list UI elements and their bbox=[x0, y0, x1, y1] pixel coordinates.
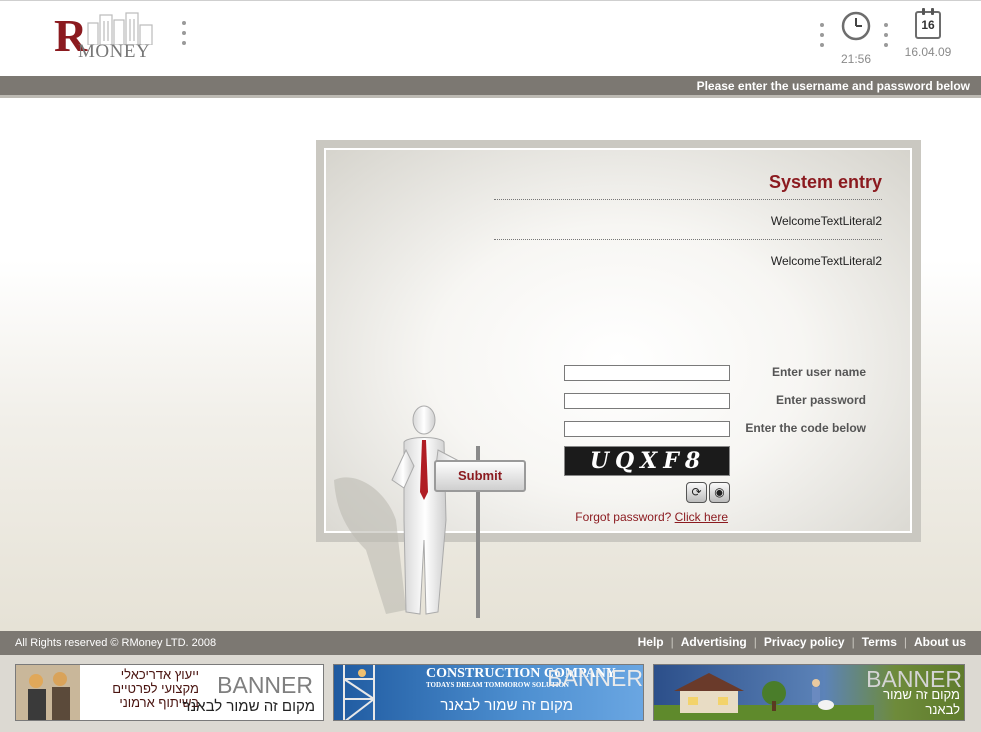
banner-word: BANNER bbox=[217, 672, 313, 698]
banner-strip: ייעוץ אדריכאלי מקצועי לפרטיים בשיתוף ארמ… bbox=[0, 655, 981, 732]
footer-links: Help | Advertising | Privacy policy | Terms | Ab… bbox=[638, 635, 966, 649]
logo-wordmark: MONEY bbox=[78, 41, 151, 62]
instruction-text: Please enter the username and password b… bbox=[696, 79, 970, 93]
code-label: Enter the code below bbox=[745, 421, 866, 435]
calendar-icon: 16 bbox=[915, 8, 941, 39]
banner-architecture-line: ייעוץ אדריכאלי bbox=[120, 667, 199, 682]
footer-separator: | bbox=[753, 635, 757, 649]
forgot-password-text: Forgot password? bbox=[575, 510, 672, 524]
footer-link-advertising[interactable]: Advertising bbox=[681, 635, 747, 649]
welcome-text: WelcomeTextLiteral2 bbox=[770, 254, 882, 268]
rmoney-logo[interactable]: R MONEY bbox=[54, 9, 158, 65]
password-label: Enter password bbox=[775, 393, 866, 407]
captcha-refresh-icon[interactable]: ⟳ bbox=[686, 482, 707, 503]
header-divider-dots bbox=[820, 23, 824, 53]
footer-separator: | bbox=[903, 635, 907, 649]
forgot-password: Forgot password? Click here bbox=[575, 510, 728, 524]
captcha-audio-icon[interactable]: ◉ bbox=[709, 482, 730, 503]
banner-placeholder-text: לבאנר bbox=[925, 702, 960, 717]
submit-button[interactable]: Submit bbox=[434, 460, 526, 492]
password-input[interactable] bbox=[564, 393, 730, 409]
footer-separator: | bbox=[851, 635, 855, 649]
man-holding-sign-illustration bbox=[334, 405, 480, 618]
header-divider-dots bbox=[884, 23, 888, 53]
current-time: 21:56 bbox=[840, 52, 872, 66]
footer-separator: | bbox=[670, 635, 674, 649]
calendar-widget: 16 16.04.09 bbox=[900, 8, 956, 59]
captcha-image: UQXF8 bbox=[564, 446, 730, 476]
footer-link-privacy-policy[interactable]: Privacy policy bbox=[764, 635, 845, 649]
banner-placeholder-text: מקום זה שמור לבאנר bbox=[182, 698, 315, 715]
banner-word: BANNER bbox=[547, 665, 643, 691]
header-divider-dots bbox=[182, 21, 186, 51]
dotted-divider bbox=[494, 199, 882, 200]
captcha-code-input[interactable] bbox=[564, 421, 730, 437]
login-title: System entry bbox=[768, 172, 882, 192]
banner-architecture[interactable]: ייעוץ אדריכאלי מקצועי לפרטיים בשיתוף ארמ… bbox=[15, 664, 324, 721]
captcha-text: UQXF8 bbox=[589, 448, 707, 474]
instruction-bar: Please enter the username and password b… bbox=[0, 76, 981, 98]
banner-construction[interactable]: CONSTRUCTION COMPANY TODAYS DREAM TOMMOR… bbox=[333, 664, 644, 721]
house-image bbox=[654, 673, 874, 720]
scaffold-image bbox=[343, 665, 375, 720]
username-label: Enter user name bbox=[771, 365, 866, 379]
banner-real-estate[interactable]: BANNER מקום זה שמור לבאנר bbox=[653, 664, 965, 721]
clock-widget: 21:56 bbox=[836, 11, 876, 66]
footer-link-terms[interactable]: Terms bbox=[862, 635, 897, 649]
clock-icon bbox=[841, 11, 871, 41]
banner-placeholder-text: מקום זה שמור bbox=[883, 687, 960, 702]
header: R MONEY 21:56 16 16.04.09 bbox=[0, 0, 981, 76]
dotted-divider bbox=[494, 239, 882, 240]
banner-architecture-line: מקצועי לפרטיים bbox=[112, 681, 199, 696]
footer-link-about-us[interactable]: About us bbox=[914, 635, 966, 649]
footer-link-help[interactable]: Help bbox=[638, 635, 664, 649]
banner-placeholder-text: מקום זה שמור לבאנר bbox=[440, 697, 573, 714]
forgot-password-link[interactable]: Click here bbox=[675, 510, 728, 524]
username-input[interactable] bbox=[564, 365, 730, 381]
buildings-icon bbox=[87, 12, 153, 45]
current-date: 16.04.09 bbox=[904, 45, 952, 59]
copyright-text: All Rights reserved © RMoney LTD. 2008 bbox=[15, 637, 217, 649]
footer-bar: All Rights reserved © RMoney LTD. 2008 H… bbox=[0, 631, 981, 655]
welcome-text: WelcomeTextLiteral2 bbox=[770, 214, 882, 228]
workers-image bbox=[16, 665, 80, 720]
